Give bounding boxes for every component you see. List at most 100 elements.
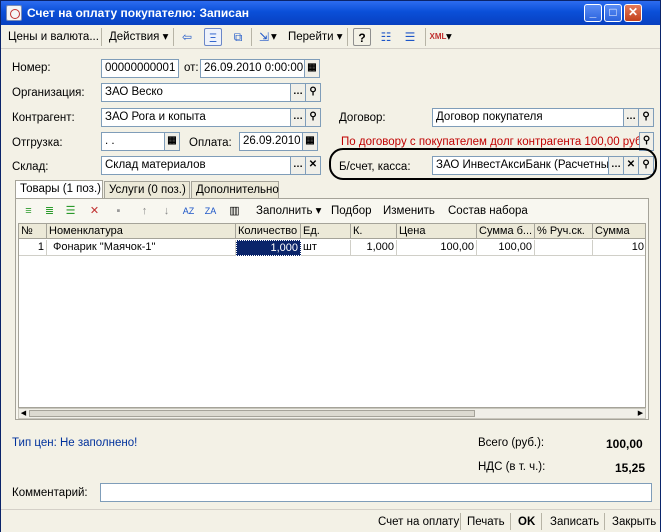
price-type-notice[interactable]: Тип цен: Не заполнено! [12, 437, 137, 449]
table-row-cell-unit[interactable]: шт [301, 240, 351, 256]
column-header-number[interactable]: № [19, 224, 47, 239]
sort-ascending-icon[interactable]: AZ [180, 203, 197, 220]
save-button[interactable]: Записать [550, 514, 599, 530]
date-field[interactable]: 26.09.2010 0:00:00 [200, 59, 305, 78]
set-composition-button[interactable]: Состав набора [448, 203, 528, 220]
column-header-coefficient[interactable]: К. [351, 224, 397, 239]
document-icon [6, 5, 22, 21]
comment-field[interactable] [100, 483, 652, 502]
organization-label: Организация: [12, 87, 85, 99]
copy-document-icon[interactable]: ⧉ [229, 28, 247, 46]
organization-field[interactable]: ЗАО Веско [101, 83, 291, 102]
goods-table[interactable]: № Номенклатура Количество Ед. К. Цена Су… [18, 223, 646, 408]
table-row-cell-quantity[interactable]: 1,000 [236, 240, 301, 256]
title-bar: Счет на оплату покупателю: Записан _ □ ✕ [1, 1, 660, 25]
table-row-cell-manual-discount[interactable] [535, 240, 593, 256]
post-document-icon[interactable]: ⇦ [178, 28, 196, 46]
tab-goods[interactable]: Товары (1 поз.) [15, 180, 103, 200]
column-header-amount-without-discount[interactable]: Сумма б... [477, 224, 535, 239]
structure-icon[interactable]: ☷ [377, 28, 395, 46]
bottom-button-bar: Счет на оплату Печать OK Записать Закрыт… [1, 509, 660, 532]
table-row-cell-amount[interactable]: 10 [593, 240, 645, 256]
add-row-icon[interactable]: ≡ [20, 203, 37, 220]
table-row-cell-price[interactable]: 100,00 [397, 240, 477, 256]
column-header-nomenclature[interactable]: Номенклатура [47, 224, 236, 239]
table-row-cell-coefficient[interactable]: 1,000 [351, 240, 397, 256]
move-up-icon[interactable]: ↑ [136, 203, 153, 220]
actions-menu-label: Действия [109, 31, 160, 43]
sort-descending-icon[interactable]: ZA [202, 203, 219, 220]
barcode-icon[interactable]: ▥ [226, 203, 243, 220]
contractor-label: Контрагент: [12, 112, 75, 124]
xml-export-dropdown[interactable]: ▾ [446, 28, 452, 46]
scroll-right-icon[interactable]: ▶ [636, 409, 645, 418]
date-label: от: [184, 62, 199, 74]
number-label: Номер: [12, 62, 51, 74]
warehouse-field[interactable]: Склад материалов [101, 156, 291, 175]
warehouse-select-button[interactable]: … [291, 156, 306, 175]
column-header-price[interactable]: Цена [397, 224, 477, 239]
shipment-calendar-icon[interactable]: ▦ [165, 132, 180, 151]
close-window-button[interactable]: ✕ [624, 4, 642, 22]
tab-services[interactable]: Услуги (0 поз.) [104, 181, 190, 199]
payment-label: Оплата: [189, 137, 232, 149]
contractor-open-icon[interactable]: ⚲ [306, 108, 321, 127]
warehouse-label: Склад: [12, 161, 49, 173]
maximize-button[interactable]: □ [604, 4, 622, 22]
scroll-left-icon[interactable]: ◀ [19, 409, 28, 418]
total-value: 100,00 [606, 437, 643, 451]
vat-value: 15,25 [615, 461, 646, 475]
close-button[interactable]: Закрыть [612, 514, 656, 530]
tab-additional[interactable]: Дополнительно [191, 181, 279, 199]
selection-button[interactable]: Подбор [331, 203, 372, 220]
number-field[interactable]: 00000000001 [101, 59, 179, 78]
contract-open-icon[interactable]: ⚲ [639, 108, 654, 127]
contract-label: Договор: [339, 112, 386, 124]
total-label: Всего (руб.): [478, 437, 545, 449]
change-button[interactable]: Изменить [383, 203, 435, 220]
goods-panel: ≡ ≣ ☰ ✕ ▪ ↑ ↓ AZ ZA ▥ Заполнить ▾ Подбор… [15, 198, 649, 420]
organization-open-icon[interactable]: ⚲ [306, 83, 321, 102]
calendar-icon[interactable]: ▦ [305, 59, 320, 78]
fill-menu[interactable]: Заполнить ▾ [256, 203, 321, 220]
payment-calendar-icon[interactable]: ▦ [303, 132, 318, 151]
minimize-button[interactable]: _ [584, 4, 602, 22]
print-button[interactable]: Печать [467, 514, 505, 530]
copy-row-icon[interactable]: ≣ [41, 203, 58, 220]
goto-menu-label: Перейти [288, 31, 334, 43]
list-icon[interactable]: ☰ [401, 28, 419, 46]
column-header-unit[interactable]: Ед. [301, 224, 351, 239]
main-toolbar: Цены и валюта... Действия ▾ ⇦ Ξ ⧉ ⇲ ▾ Пе… [1, 25, 660, 49]
scrollbar-thumb[interactable] [29, 410, 475, 417]
create-based-dropdown[interactable]: ▾ [271, 28, 277, 46]
bank-account-highlight-outline [329, 148, 657, 180]
contractor-field[interactable]: ЗАО Рога и копыта [101, 108, 291, 127]
vat-label: НДС (в т. ч.): [478, 461, 546, 473]
payment-date-field[interactable]: 26.09.2010 [239, 132, 303, 151]
edit-row-icon[interactable]: ☰ [62, 203, 79, 220]
column-header-amount[interactable]: Сумма [593, 224, 645, 239]
table-row-cell-nomenclature[interactable]: Фонарик "Маячок-1" [47, 240, 236, 256]
debt-notice: По договору с покупателем долг контраген… [341, 136, 645, 148]
goto-menu[interactable]: Перейти ▾ [284, 28, 347, 46]
column-header-quantity[interactable]: Количество [236, 224, 301, 239]
comment-label: Комментарий: [12, 487, 88, 499]
warehouse-clear-icon[interactable]: ✕ [306, 156, 321, 175]
prices-currency-button[interactable]: Цены и валюта... [4, 28, 103, 46]
contractor-select-button[interactable]: … [291, 108, 306, 127]
document-movements-icon[interactable]: Ξ [204, 28, 222, 46]
contract-field[interactable]: Договор покупателя [432, 108, 624, 127]
column-header-manual-discount[interactable]: % Руч.ск. [535, 224, 593, 239]
ok-button[interactable]: OK [518, 514, 535, 530]
actions-menu[interactable]: Действия ▾ [105, 28, 172, 46]
shipment-date-field[interactable]: . . [101, 132, 165, 151]
organization-select-button[interactable]: … [291, 83, 306, 102]
contract-select-button[interactable]: … [624, 108, 639, 127]
move-down-icon[interactable]: ↓ [158, 203, 175, 220]
end-edit-icon[interactable]: ▪ [110, 203, 127, 220]
xml-export-icon[interactable]: XML [429, 28, 447, 46]
help-icon[interactable]: ? [353, 28, 371, 46]
table-horizontal-scrollbar[interactable]: ◀ ▶ [18, 408, 646, 419]
invoice-print-button[interactable]: Счет на оплату [378, 514, 459, 530]
delete-row-icon[interactable]: ✕ [86, 203, 103, 220]
